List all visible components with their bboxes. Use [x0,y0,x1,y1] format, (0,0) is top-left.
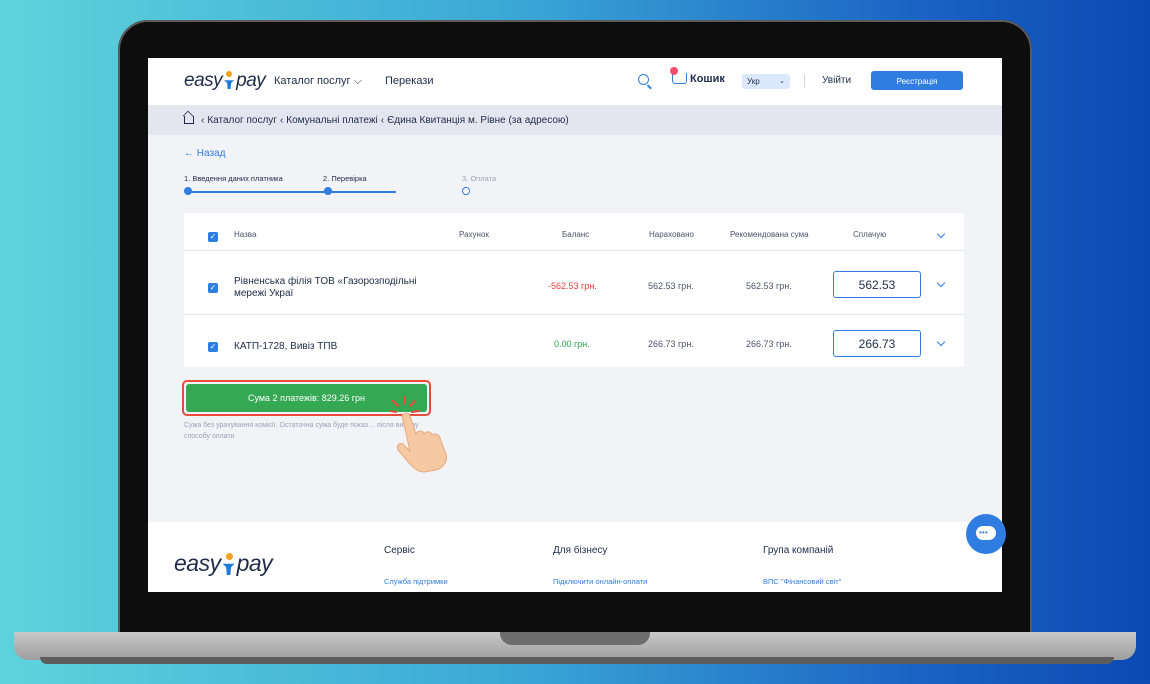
easypay-logo[interactable]: easy pay [184,70,266,92]
pay-amount-input[interactable]: 562.53 [833,271,921,298]
breadcrumb-item-catalog[interactable]: Каталог послуг [207,115,277,126]
logo-figure-icon [222,553,236,575]
step-line-1 [188,191,328,193]
footer-link-connect[interactable]: Підключити онлайн-оплати [553,577,647,586]
back-link[interactable]: ← Назад [184,148,225,159]
row-divider [184,314,964,315]
breadcrumb: ‹ Каталог послуг ‹ Комунальні платежі ‹ Єдина… [148,106,1002,135]
footer-logo[interactable]: easy pay [174,550,273,577]
row-checkbox[interactable]: ✓ [208,283,218,293]
progress-steps: 1. Введення даних платника 2. Перевірка … [184,174,534,204]
col-recommended: Рекомендована сума [730,230,809,239]
click-burst-icon [390,396,420,413]
row-name: КАТП-1728, Вивіз ТПВ [234,341,338,352]
col-name: Назва [234,230,257,239]
chevron-down-icon[interactable] [936,337,946,347]
breadcrumb-item-current: Єдина Квитанція м. Рівне (за адресою) [387,115,569,126]
language-select[interactable]: Укр ⌄ [742,74,790,89]
row-accrued: 266.73 грн. [648,339,694,349]
row-name: Рівненська філія ТОВ «Газорозподільні ме… [234,276,417,299]
browser-screen: easy pay Каталог послуг ⌵ Перекази Кошик … [148,58,1002,592]
chevron-left-icon: ‹ [380,115,385,126]
col-accrued: Нараховано [649,230,694,239]
payments-table: ✓ Назва Рахунок Баланс Нараховано Рекоме… [184,213,964,367]
chevron-down-icon: ⌄ [779,78,785,85]
step-2-label: 2. Перевірка [323,174,367,183]
row-balance: -562.53 грн. [548,281,597,291]
footer-link-vps[interactable]: ВПС "Фінансовий світ" [763,577,841,586]
chevron-down-icon: ⌵ [353,75,362,87]
row-recommended: 562.53 грн. [746,281,792,291]
footer-col-service-title: Сервіс [384,545,415,556]
home-icon[interactable] [184,116,194,124]
step-line-2 [328,191,396,193]
chat-button[interactable] [966,514,1006,554]
commission-note: Сума без урахування комісії. Остаточна с… [184,422,419,440]
col-account: Рахунок [459,230,489,239]
breadcrumb-item-utilities[interactable]: Комунальні платежі [286,115,377,126]
col-balance: Баланс [562,230,590,239]
search-icon[interactable] [638,74,649,85]
footer-col-business-title: Для бізнесу [553,545,608,556]
select-all-checkbox[interactable]: ✓ [208,232,218,242]
cart-icon [670,67,687,84]
chevron-down-icon[interactable] [936,229,946,239]
step-1-dot [184,187,192,195]
row-divider [184,250,964,251]
step-1-label: 1. Введення даних платника [184,174,283,183]
nav-catalog-label: Каталог послуг [274,75,351,87]
row-recommended: 266.73 грн. [746,339,792,349]
row-accrued: 562.53 грн. [648,281,694,291]
site-footer: easy pay Сервіс Для бізнесу Група компані… [148,522,1002,592]
footer-link-support[interactable]: Служба підтримки [384,577,448,586]
step-3-dot [462,187,470,195]
pointing-hand-icon [390,396,447,473]
chevron-left-icon: ‹ [279,115,284,126]
chat-bubble-icon [976,526,996,540]
row-checkbox[interactable]: ✓ [208,342,218,352]
cart-button[interactable]: Кошик [670,67,725,85]
cart-badge [670,67,678,75]
chevron-left-icon: ‹ [201,115,205,126]
step-2-dot [324,187,332,195]
col-paying: Сплачую [853,230,887,239]
header-divider [804,75,805,88]
login-link[interactable]: Увійти [822,75,851,86]
step-3-label: 3. Оплата [462,174,497,183]
laptop-base-notch [500,632,650,645]
pay-amount-input[interactable]: 266.73 [833,330,921,357]
row-balance: 0.00 грн. [554,339,590,349]
footer-col-group-title: Група компаній [763,545,834,556]
site-header: easy pay Каталог послуг ⌵ Перекази Кошик … [148,58,1002,106]
chevron-down-icon[interactable] [936,278,946,288]
logo-figure-icon [223,71,235,89]
laptop-base-foot [40,657,1114,664]
language-value: Укр [747,77,760,86]
nav-catalog[interactable]: Каталог послуг ⌵ [274,75,362,88]
nav-transfers[interactable]: Перекази [385,75,434,87]
cart-label: Кошик [690,73,725,85]
register-button[interactable]: Реєстрація [871,71,963,90]
